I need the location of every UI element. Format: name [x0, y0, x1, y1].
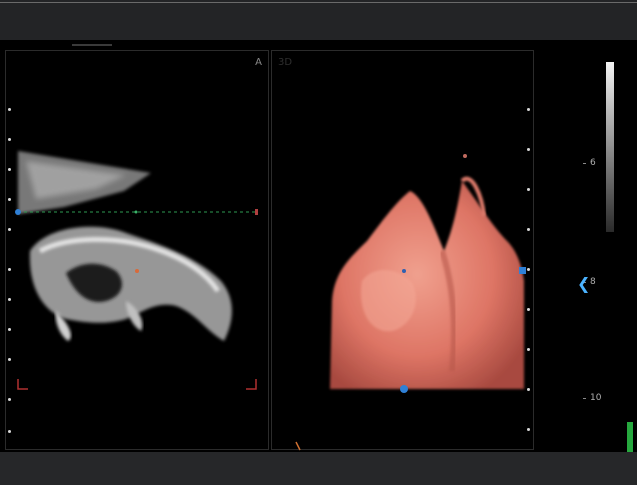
- center-marker[interactable]: [135, 269, 139, 273]
- depth-marker: [8, 430, 11, 433]
- depth-marker: [527, 428, 530, 431]
- grayscale-bar-panel: 6 8 10: [560, 50, 637, 452]
- depth-marker: [527, 188, 530, 191]
- depth-marker: [8, 358, 11, 361]
- measure-handle-mid[interactable]: [134, 210, 138, 214]
- rotation-handle-right[interactable]: [519, 267, 526, 274]
- depth-marker: [527, 308, 530, 311]
- depth-marker: [527, 388, 530, 391]
- depth-marker: [8, 138, 11, 141]
- depth-marker: [8, 198, 11, 201]
- measure-handle-left[interactable]: [15, 209, 21, 215]
- roi-corner-bl: [17, 379, 28, 390]
- pane-a-image: [15, 151, 258, 390]
- scale-label-6: 6: [590, 158, 596, 168]
- bottom-toolbar: [0, 452, 637, 485]
- depth-marker: [8, 228, 11, 231]
- depth-marker: [8, 298, 11, 301]
- depth-marker: [527, 228, 530, 231]
- status-indicator: [627, 422, 633, 452]
- depth-marker: [8, 108, 11, 111]
- depth-marker: [527, 148, 530, 151]
- roi-corner-br: [246, 379, 257, 390]
- scale-label-8: 8: [590, 277, 596, 287]
- scale-label-10: 10: [590, 393, 602, 403]
- viewer-handle[interactable]: [72, 44, 112, 46]
- depth-marker: [527, 348, 530, 351]
- top-toolbar: [0, 0, 637, 40]
- pane-3d-image: [330, 154, 526, 393]
- depth-marker: [8, 398, 11, 401]
- pane-a-2d[interactable]: A: [5, 50, 269, 450]
- render-speck: [463, 154, 467, 158]
- pane-a-label: A: [255, 57, 262, 68]
- depth-marker: [8, 168, 11, 171]
- scale-tick: [583, 163, 586, 164]
- measure-handle-right[interactable]: [255, 209, 258, 215]
- pane-3d-label: 3D: [278, 57, 293, 68]
- depth-marker: [8, 328, 11, 331]
- focus-chevron-icon[interactable]: ❮: [577, 276, 590, 292]
- depth-marker: [8, 268, 11, 271]
- rotation-handle-bottom[interactable]: [400, 385, 408, 393]
- depth-marker: [527, 108, 530, 111]
- center-marker-3d[interactable]: [402, 269, 406, 273]
- orientation-mark: [295, 441, 301, 451]
- scale-tick: [583, 398, 586, 399]
- top-divider: [0, 2, 637, 3]
- pane-3d-render[interactable]: 3D: [271, 50, 534, 450]
- depth-marker: [527, 268, 530, 271]
- grayscale-gradient: [606, 62, 614, 232]
- surface-render: [330, 181, 524, 389]
